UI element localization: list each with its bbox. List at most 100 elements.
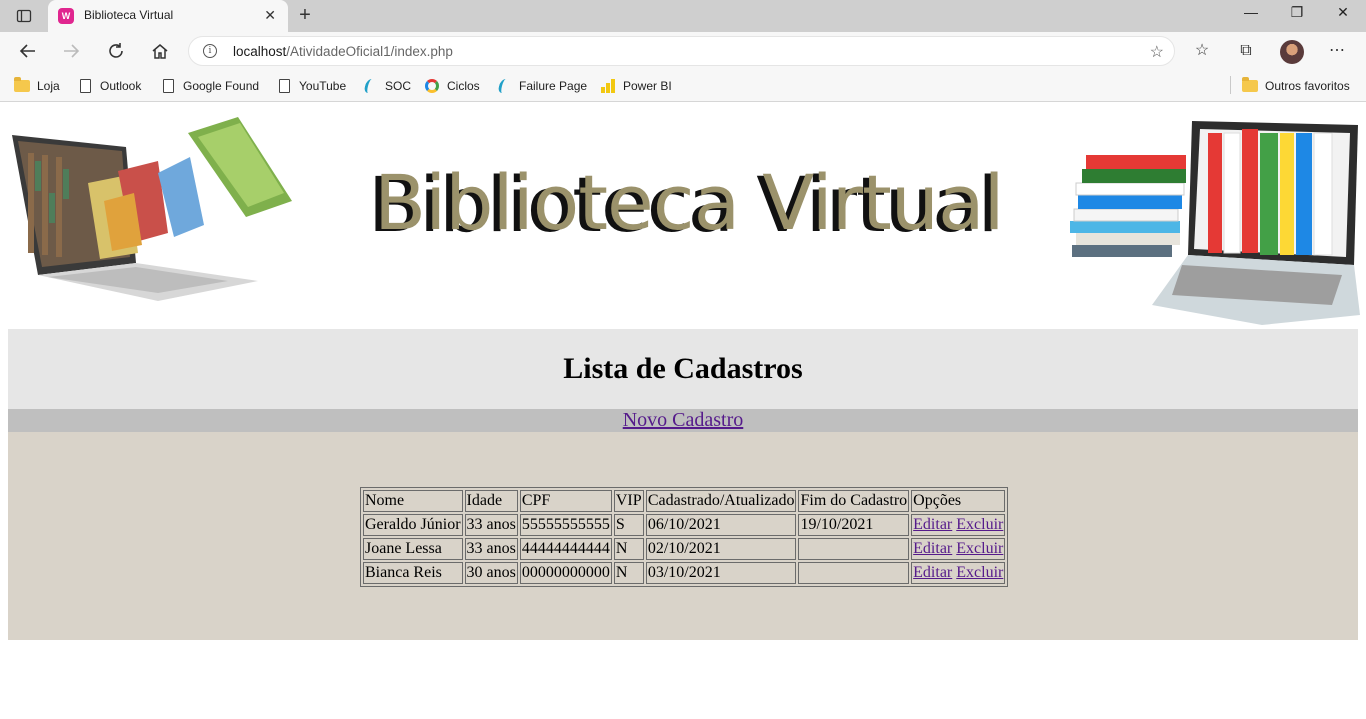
bookmark-label: Google Found [183, 79, 260, 93]
table-row: Joane Lessa 33 anos 44444444444 N 02/10/… [363, 538, 1006, 560]
home-icon[interactable] [148, 39, 172, 63]
records-table: Nome Idade CPF VIP Cadastrado/Atualizado… [360, 487, 1009, 587]
reload-icon[interactable] [104, 39, 128, 63]
new-record-link[interactable]: Novo Cadastro [623, 409, 744, 431]
delete-link[interactable]: Excluir [956, 516, 1003, 533]
header-cadastrado: Cadastrado/Atualizado [645, 490, 797, 512]
heading-section: Lista de Cadastros [8, 329, 1358, 409]
cell-opcoes: Editar Excluir [911, 538, 1006, 560]
edit-link[interactable]: Editar [913, 540, 952, 557]
address-bar[interactable]: i localhost/AtividadeOficial1/index.php … [188, 36, 1175, 66]
laptop-books-left-image [12, 117, 292, 301]
collections-icon[interactable]: ⧉ [1235, 40, 1257, 62]
minimize-icon[interactable]: — [1228, 4, 1274, 26]
banner-title-text: Biblioteca Virtual [374, 158, 1005, 247]
bookmark-label: Outlook [100, 79, 142, 93]
browser-toolbar: i localhost/AtividadeOficial1/index.php … [0, 32, 1366, 70]
tab-actions-icon[interactable] [8, 5, 40, 27]
banner-title: Biblioteca Virtual Biblioteca Virtual [366, 158, 1046, 247]
bookmarks-bar: Loja Outlook Google Found YouTube SOC Ci… [0, 70, 1366, 102]
cell-opcoes: Editar Excluir [911, 514, 1006, 536]
delete-link[interactable]: Excluir [956, 564, 1003, 581]
cell-cadastrado: 03/10/2021 [645, 562, 797, 584]
page-icon [160, 78, 176, 94]
edit-link[interactable]: Editar [913, 516, 952, 533]
cell-cadastrado: 06/10/2021 [645, 514, 797, 536]
new-record-section: Novo Cadastro [8, 409, 1358, 432]
header-idade: Idade [464, 490, 518, 512]
bookmark-soc[interactable]: SOC [362, 76, 411, 96]
cell-vip: N [613, 562, 644, 584]
soc-icon [362, 78, 378, 94]
url-path: /AtividadeOficial1/index.php [286, 44, 453, 59]
bookmarks-divider [1230, 76, 1231, 94]
tab-title: Biblioteca Virtual [84, 8, 174, 22]
cell-nome: Geraldo Júnior [363, 514, 463, 536]
tab-bar: W Biblioteca Virtual ✕ + — ❐ ✕ [0, 0, 1366, 32]
page-title: Lista de Cadastros [563, 352, 803, 385]
edit-link[interactable]: Editar [913, 564, 952, 581]
favorites-icon[interactable]: ☆ [1191, 40, 1213, 62]
bookmark-ciclos[interactable]: Ciclos [424, 76, 480, 96]
cell-vip: N [613, 538, 644, 560]
cell-idade: 33 anos [464, 514, 518, 536]
folder-icon [14, 77, 30, 94]
back-icon[interactable] [16, 39, 40, 63]
bookmark-power-bi[interactable]: Power BI [600, 76, 672, 96]
soc-icon [496, 78, 512, 94]
bookmark-google-found[interactable]: Google Found [160, 76, 259, 96]
bookmark-label: Failure Page [519, 79, 588, 93]
bookmark-label: Ciclos [447, 79, 480, 93]
more-options-icon[interactable]: ⋯ [1326, 40, 1348, 62]
add-favorite-icon[interactable]: ☆ [1150, 42, 1164, 62]
cell-cadastrado: 02/10/2021 [645, 538, 797, 560]
cell-fim: 19/10/2021 [798, 514, 910, 536]
bookmark-label: YouTube [299, 79, 347, 93]
cell-cpf: 55555555555 [519, 514, 612, 536]
cell-fim [798, 538, 910, 560]
records-section: Nome Idade CPF VIP Cadastrado/Atualizado… [8, 432, 1358, 640]
cell-vip: S [613, 514, 644, 536]
cell-cpf: 44444444444 [519, 538, 612, 560]
cell-opcoes: Editar Excluir [911, 562, 1006, 584]
table-row: Geraldo Júnior 33 anos 55555555555 S 06/… [363, 514, 1006, 536]
close-tab-icon[interactable]: ✕ [264, 7, 276, 24]
header-vip: VIP [613, 490, 644, 512]
page-icon [77, 78, 93, 94]
cell-fim [798, 562, 910, 584]
profile-avatar[interactable] [1280, 40, 1304, 64]
header-cpf: CPF [519, 490, 612, 512]
delete-link[interactable]: Excluir [956, 540, 1003, 557]
cell-nome: Joane Lessa [363, 538, 463, 560]
ciclos-icon [424, 78, 440, 94]
folder-icon [1242, 77, 1258, 94]
bookmark-label: SOC [385, 79, 412, 93]
site-info-icon[interactable]: i [203, 44, 217, 58]
bookmark-youtube[interactable]: YouTube [276, 76, 346, 96]
close-window-icon[interactable]: ✕ [1320, 4, 1366, 26]
cell-idade: 33 anos [464, 538, 518, 560]
bookmark-outlook[interactable]: Outlook [77, 76, 141, 96]
new-tab-icon[interactable]: + [294, 4, 316, 26]
other-favorites-folder[interactable]: Outros favoritos [1242, 76, 1350, 96]
browser-tab[interactable]: W Biblioteca Virtual ✕ [48, 0, 288, 32]
forward-icon[interactable] [59, 39, 83, 63]
header-nome: Nome [363, 490, 463, 512]
site-favicon-icon: W [58, 8, 74, 24]
table-header-row: Nome Idade CPF VIP Cadastrado/Atualizado… [363, 490, 1006, 512]
table-row: Bianca Reis 30 anos 00000000000 N 03/10/… [363, 562, 1006, 584]
header-opcoes: Opções [911, 490, 1006, 512]
restore-icon[interactable]: ❐ [1274, 4, 1320, 26]
bookmark-failure-page[interactable]: Failure Page [496, 76, 587, 96]
cell-nome: Bianca Reis [363, 562, 463, 584]
bookmark-loja[interactable]: Loja [14, 76, 60, 96]
cell-cpf: 00000000000 [519, 562, 612, 584]
powerbi-icon [600, 78, 616, 94]
bookmark-label: Power BI [623, 79, 672, 93]
url-text[interactable]: localhost/AtividadeOficial1/index.php [233, 44, 453, 59]
bookmark-label: Loja [37, 79, 60, 93]
laptop-books-right-image [1070, 121, 1360, 325]
url-host: localhost [233, 44, 287, 59]
header-fim: Fim do Cadastro [798, 490, 910, 512]
cell-idade: 30 anos [464, 562, 518, 584]
